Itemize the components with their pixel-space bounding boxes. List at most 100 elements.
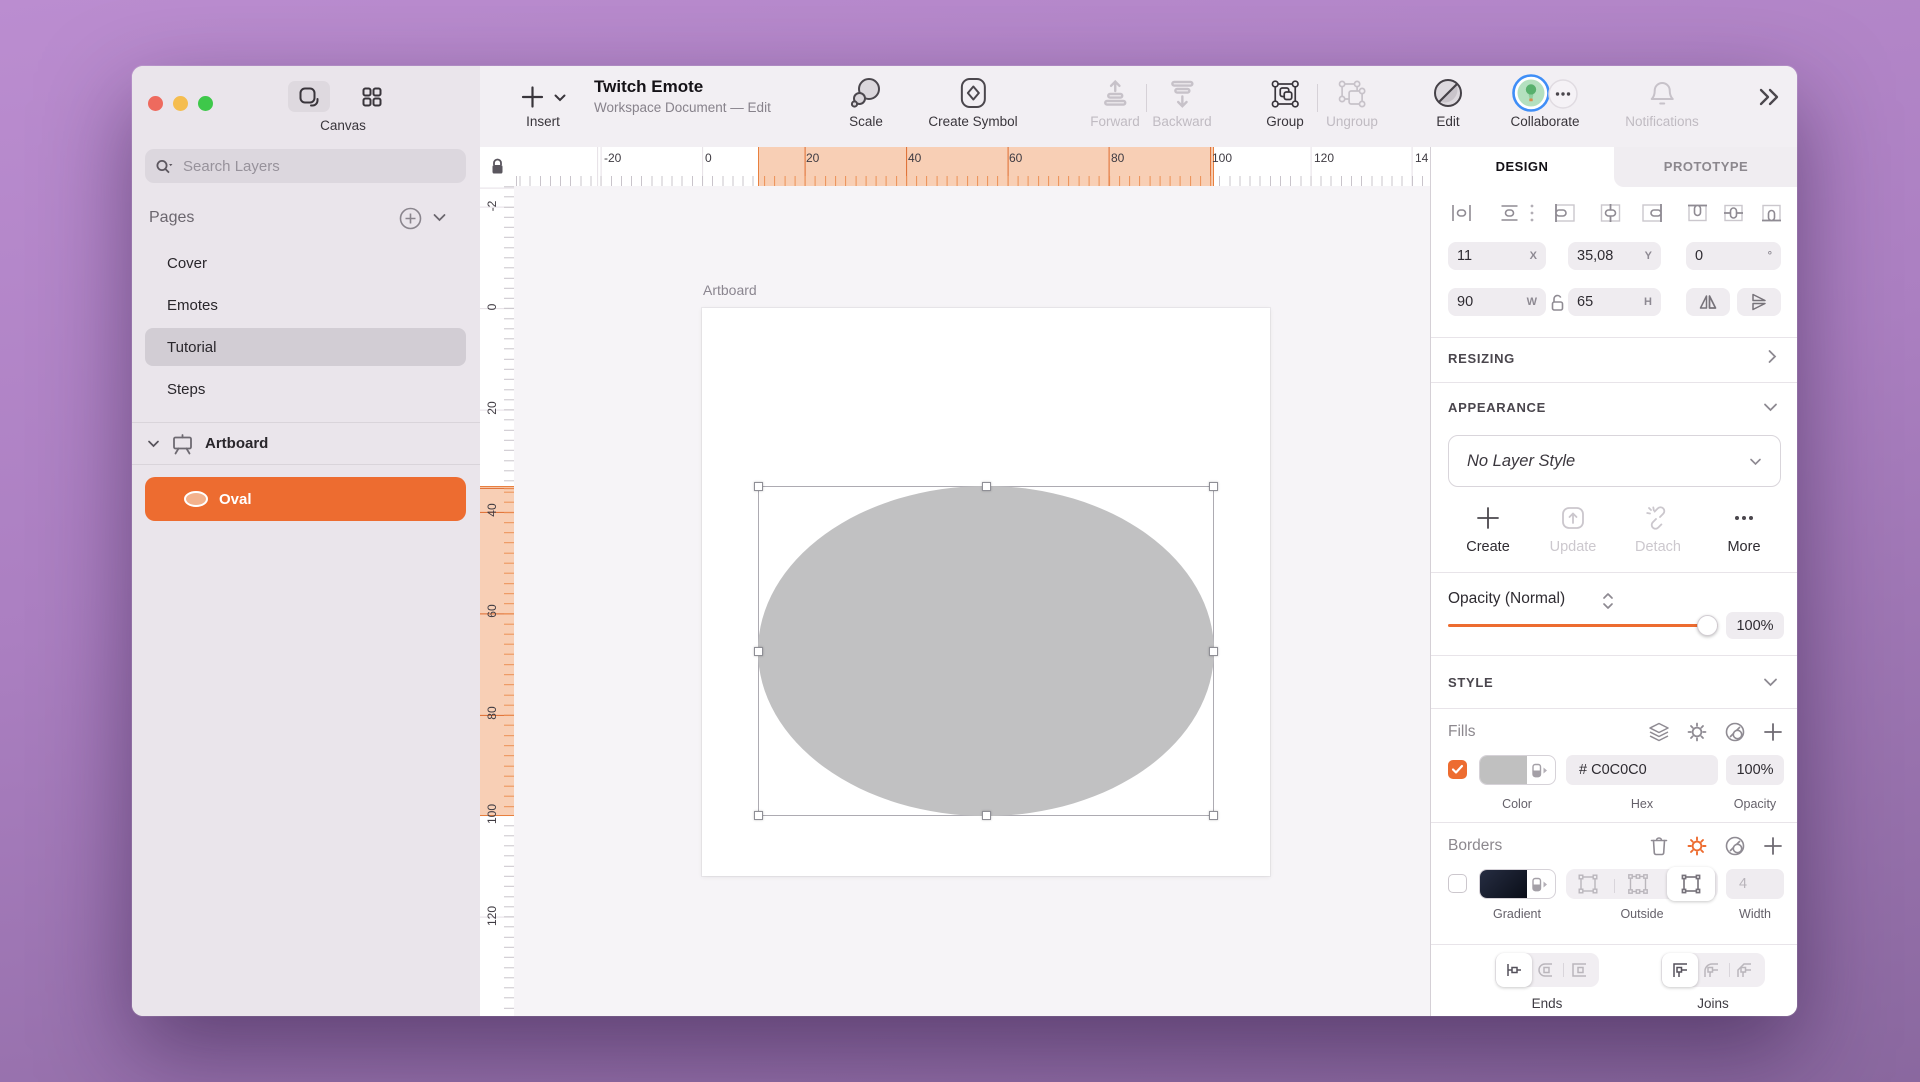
canvas-viewport[interactable]: Artboard (514, 186, 1430, 1016)
fill-hex-field[interactable]: # C0C0C0 (1566, 755, 1718, 785)
group-button[interactable]: Group (1266, 66, 1304, 129)
more-options-icon[interactable] (1730, 504, 1758, 532)
fill-color-swatch[interactable] (1479, 755, 1556, 785)
tab-design[interactable]: DESIGN (1496, 159, 1549, 174)
resize-handle-e[interactable] (1209, 647, 1218, 656)
tab-prototype-label[interactable]: PROTOTYPE (1664, 159, 1748, 174)
flip-vertical-button[interactable] (1737, 288, 1781, 316)
fill-enabled-checkbox[interactable] (1448, 760, 1467, 779)
add-fill-icon[interactable] (1761, 720, 1785, 744)
end-cap-round-icon[interactable] (1535, 962, 1555, 978)
layer-style-dropdown[interactable]: No Layer Style (1448, 435, 1781, 487)
align-top-icon[interactable] (1685, 201, 1710, 225)
x-position-field[interactable]: 11 X (1448, 242, 1546, 270)
collaborator-avatar[interactable] (1512, 74, 1550, 112)
resize-handle-n[interactable] (982, 482, 991, 491)
height-field[interactable]: 65 H (1568, 288, 1661, 316)
opacity-blend-label[interactable]: Opacity (Normal) (1448, 590, 1565, 608)
canvas-view-toggle[interactable] (288, 81, 330, 112)
vertical-ruler[interactable]: -2 0 20 40 60 80 100 120 (480, 186, 515, 1016)
ruler-corner[interactable] (480, 147, 515, 187)
sidebar-item-tutorial[interactable]: Tutorial (145, 328, 466, 366)
search-layers-field[interactable] (145, 149, 466, 183)
document-subtitle[interactable]: Workspace Document — Edit (594, 100, 771, 115)
end-cap-square-icon[interactable] (1569, 962, 1589, 978)
create-symbol-button[interactable]: Create Symbol (928, 66, 1018, 129)
zoom-window-button[interactable] (198, 96, 213, 111)
border-outside-selected[interactable] (1667, 867, 1715, 901)
border-color-well[interactable] (1480, 870, 1527, 898)
artboard-title[interactable]: Artboard (703, 282, 757, 298)
opacity-value-field[interactable]: 100% (1726, 612, 1784, 639)
grid-view-toggle[interactable] (354, 81, 390, 112)
close-window-button[interactable] (148, 96, 163, 111)
chevron-down-icon[interactable] (1763, 402, 1778, 412)
join-bevel-icon[interactable] (1735, 962, 1753, 978)
selection-bounding-box[interactable] (754, 482, 1218, 820)
align-middle-vertical-icon[interactable] (1721, 201, 1746, 225)
aspect-ratio-lock-icon[interactable] (1550, 292, 1565, 312)
border-gradient-swatch[interactable] (1479, 869, 1556, 899)
opacity-slider-knob[interactable] (1697, 615, 1718, 636)
align-left-icon[interactable] (1551, 201, 1578, 225)
fill-layers-icon[interactable] (1647, 720, 1671, 744)
sidebar-item-cover[interactable]: Cover (145, 244, 466, 282)
minimize-window-button[interactable] (173, 96, 188, 111)
edit-button[interactable]: Edit (1431, 66, 1465, 129)
resize-handle-s[interactable] (982, 811, 991, 820)
chevron-down-icon[interactable] (147, 439, 160, 448)
insert-button[interactable]: Insert (520, 66, 567, 129)
rotation-field[interactable]: 0 ° (1686, 242, 1781, 270)
collaborate-button[interactable]: Collaborate (1490, 66, 1600, 129)
scale-button[interactable]: Scale (848, 66, 884, 129)
resizing-section-header[interactable]: RESIZING (1448, 351, 1515, 366)
create-style-icon[interactable] (1474, 504, 1502, 532)
align-bottom-icon[interactable] (1759, 201, 1784, 225)
create-action-label[interactable]: Create (1466, 539, 1510, 555)
fill-opacity-field[interactable]: 100% (1726, 755, 1784, 785)
pages-collapse-chevron[interactable] (432, 212, 447, 223)
horizontal-ruler[interactable]: -20 0 20 40 60 80 100 120 14 (514, 147, 1430, 187)
add-page-button[interactable] (399, 207, 422, 230)
y-position-field[interactable]: 35,08 Y (1568, 242, 1661, 270)
border-width-field[interactable]: 4 (1726, 869, 1784, 899)
alignment-options-dots-icon[interactable] (1528, 201, 1536, 225)
align-center-horizontal-icon[interactable] (1597, 201, 1624, 225)
align-right-icon[interactable] (1639, 201, 1666, 225)
resize-handle-ne[interactable] (1209, 482, 1218, 491)
delete-border-trash-icon[interactable] (1647, 834, 1671, 858)
more-action-label[interactable]: More (1727, 539, 1760, 555)
resize-handle-sw[interactable] (754, 811, 763, 820)
layer-item-artboard[interactable]: Artboard (132, 422, 480, 465)
border-inside-icon[interactable] (1576, 873, 1600, 895)
width-field[interactable]: 90 W (1448, 288, 1546, 316)
oval-shape[interactable] (758, 486, 1214, 816)
chevron-down-icon[interactable] (554, 93, 567, 102)
join-round-icon[interactable] (1702, 962, 1720, 978)
fill-color-well[interactable] (1480, 756, 1527, 784)
blend-mode-stepper-icon[interactable] (1601, 591, 1615, 611)
sidebar-item-steps[interactable]: Steps (145, 370, 466, 408)
flip-horizontal-button[interactable] (1686, 288, 1730, 316)
join-miter-selected[interactable] (1662, 953, 1698, 987)
style-section-header[interactable]: STYLE (1448, 675, 1493, 690)
opacity-slider-track[interactable] (1448, 624, 1718, 627)
border-center-icon[interactable] (1626, 873, 1650, 895)
color-toggle-icon[interactable] (1532, 763, 1548, 778)
fill-shared-style-icon[interactable] (1723, 720, 1747, 744)
resize-handle-nw[interactable] (754, 482, 763, 491)
border-settings-gear-icon[interactable] (1685, 834, 1709, 858)
border-shared-style-icon[interactable] (1723, 834, 1747, 858)
chevron-down-icon[interactable] (1763, 677, 1778, 687)
layer-item-oval[interactable]: Oval (145, 477, 466, 521)
resize-handle-se[interactable] (1209, 811, 1218, 820)
search-layers-input[interactable] (181, 156, 456, 176)
distribute-horizontally-icon[interactable] (1449, 201, 1474, 225)
chevron-right-icon[interactable] (1767, 349, 1777, 364)
color-toggle-icon[interactable] (1532, 877, 1548, 892)
appearance-section-header[interactable]: APPEARANCE (1448, 400, 1546, 415)
distribute-vertically-icon[interactable] (1497, 201, 1522, 225)
resize-handle-w[interactable] (754, 647, 763, 656)
fill-settings-gear-icon[interactable] (1685, 720, 1709, 744)
end-butt-selected[interactable] (1496, 953, 1532, 987)
